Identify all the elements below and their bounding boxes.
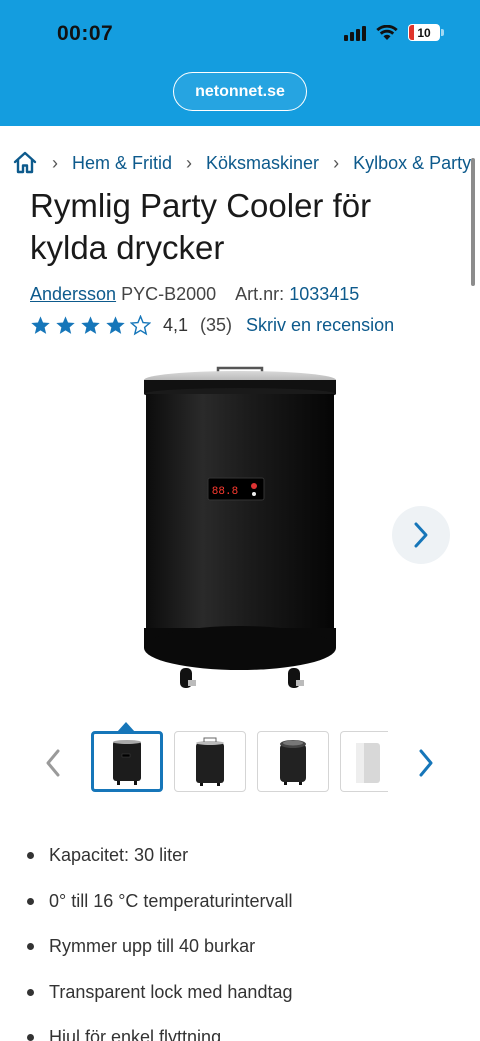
cellular-signal-icon <box>344 25 366 41</box>
artnr-value: 1033415 <box>289 284 360 304</box>
wifi-icon <box>376 24 398 40</box>
feature-item: Rymmer upp till 40 burkar <box>25 929 465 975</box>
brand-link[interactable]: Andersson <box>30 284 116 304</box>
thumbnail-4[interactable] <box>340 731 388 792</box>
breadcrumb: › Hem & Fritid › Köksmaskiner › Kylbox &… <box>12 148 480 178</box>
status-icons: 10 <box>344 24 444 41</box>
rating-count[interactable]: (35) <box>200 315 232 336</box>
feature-item: Transparent lock med handtag <box>25 975 465 1021</box>
product-rating: 4,1 (35) Skriv en recension <box>30 315 394 336</box>
rating-stars <box>30 315 151 336</box>
product-meta: Andersson PYC-B2000 Art.nr: 1033415 <box>30 284 359 305</box>
home-icon[interactable] <box>12 150 38 176</box>
url-bar[interactable]: netonnet.se <box>173 72 307 111</box>
chevron-right-icon <box>414 522 428 548</box>
star-filled-icon <box>31 316 50 334</box>
browser-header: 00:07 10 netonnet.se <box>0 0 480 126</box>
artnr-label: Art.nr: <box>235 284 285 304</box>
rating-value: 4,1 <box>163 315 189 335</box>
thumbnail-image <box>196 737 224 786</box>
write-review-link[interactable]: Skriv en recension <box>246 315 394 336</box>
chevron-right-icon: › <box>186 152 193 173</box>
thumbnail-2[interactable] <box>174 731 246 792</box>
chevron-right-icon: › <box>52 152 58 173</box>
breadcrumb-item-koksmaskiner[interactable]: Köksmaskiner <box>206 153 319 174</box>
thumbnail-image <box>280 739 306 785</box>
thumbnail-carousel <box>0 722 480 802</box>
star-empty-icon <box>130 315 151 336</box>
star-filled-icon <box>106 316 125 334</box>
star-filled-icon <box>56 316 75 334</box>
product-image[interactable]: 88.8 <box>130 362 350 700</box>
chevron-left-icon[interactable] <box>40 746 66 780</box>
temperature-display: 88.8 <box>212 486 238 498</box>
chevron-right-icon[interactable] <box>413 746 439 780</box>
feature-list: Kapacitet: 30 liter 0° till 16 °C temper… <box>25 838 465 1041</box>
thumbnail-3[interactable] <box>257 731 329 792</box>
breadcrumb-item-hem-fritid[interactable]: Hem & Fritid <box>72 153 172 174</box>
thumbnail-image <box>113 739 141 785</box>
thumbnail-image <box>355 742 380 783</box>
product-title: Rymlig Party Cooler för kylda drycker <box>30 187 372 266</box>
page-scrollbar[interactable] <box>471 158 475 286</box>
battery-icon: 10 <box>408 24 444 41</box>
model-number: PYC-B2000 <box>121 284 217 304</box>
star-filled-icon <box>81 316 100 334</box>
feature-item: 0° till 16 °C temperaturintervall <box>25 884 465 930</box>
feature-item: Hjul för enkel flyttning <box>25 1020 465 1041</box>
thumbnail-1[interactable] <box>91 731 163 792</box>
next-image-button[interactable] <box>392 506 450 564</box>
battery-level: 10 <box>417 25 431 40</box>
breadcrumb-item-kylbox[interactable]: Kylbox & Party <box>353 153 471 174</box>
feature-item: Kapacitet: 30 liter <box>25 838 465 884</box>
status-time: 00:07 <box>57 22 114 45</box>
chevron-right-icon: › <box>333 152 340 173</box>
